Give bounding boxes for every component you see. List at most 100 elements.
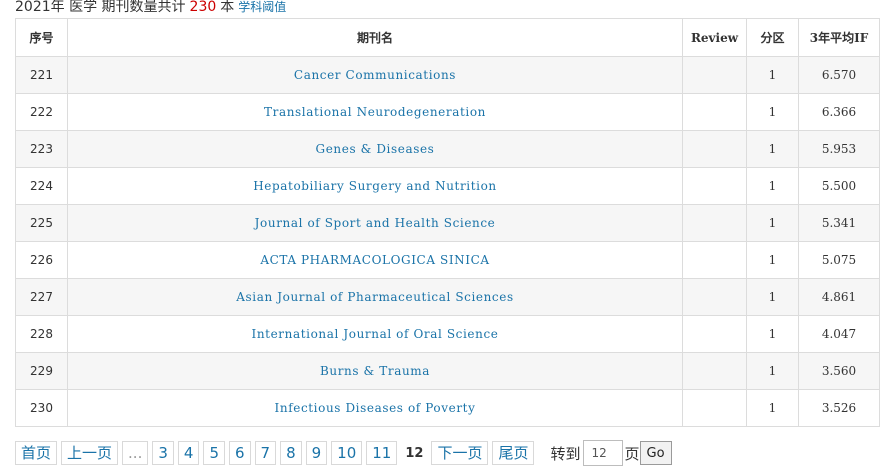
page-link-11[interactable]: 11 — [366, 441, 398, 465]
cell-review — [682, 167, 747, 205]
cell-review — [682, 278, 747, 316]
journal-link[interactable]: Translational Neurodegeneration — [264, 105, 486, 119]
journal-count: 230 — [189, 0, 217, 15]
first-page-link[interactable]: 首页 — [15, 441, 58, 465]
journal-link[interactable]: ACTA PHARMACOLOGICA SINICA — [260, 253, 489, 267]
subject-threshold-link[interactable]: 学科阈值 — [238, 0, 286, 14]
table-row: 225 Journal of Sport and Health Science … — [15, 204, 880, 242]
cell-zone: 1 — [746, 56, 799, 94]
cell-journal-name: Hepatobiliary Surgery and Nutrition — [67, 167, 683, 205]
cell-zone: 1 — [746, 204, 799, 242]
cell-seq: 230 — [15, 389, 68, 427]
journal-link[interactable]: International Journal of Oral Science — [252, 327, 499, 341]
goto-page-input[interactable] — [582, 440, 623, 466]
cell-zone: 1 — [746, 130, 799, 168]
page-unit-label: 页 — [624, 444, 640, 463]
cell-journal-name: Genes & Diseases — [67, 130, 683, 168]
goto-label: 转到 — [550, 444, 581, 463]
cell-journal-name: Asian Journal of Pharmaceutical Sciences — [67, 278, 683, 316]
cell-zone: 1 — [746, 389, 799, 427]
cell-review — [682, 241, 747, 279]
cell-avg-if: 3.526 — [798, 389, 880, 427]
page-link-3[interactable]: 3 — [152, 441, 174, 465]
cell-journal-name: Infectious Diseases of Poverty — [67, 389, 683, 427]
cell-avg-if: 5.953 — [798, 130, 880, 168]
cell-journal-name: Cancer Communications — [67, 56, 683, 94]
cell-journal-name: International Journal of Oral Science — [67, 315, 683, 353]
go-button[interactable]: Go — [639, 441, 672, 465]
table-row: 223 Genes & Diseases 1 5.953 — [15, 130, 880, 168]
cell-review — [682, 56, 747, 94]
cell-zone: 1 — [746, 315, 799, 353]
cell-seq: 227 — [15, 278, 68, 316]
cell-avg-if: 4.047 — [798, 315, 880, 353]
page-ellipsis[interactable]: ... — [122, 441, 149, 465]
page-header: 2021年 医学 期刊数量共计 230 本学科阈值 — [15, 0, 286, 17]
page-link-4[interactable]: 4 — [177, 441, 200, 465]
cell-avg-if: 5.500 — [798, 167, 880, 205]
last-page-link[interactable]: 尾页 — [492, 441, 535, 465]
column-header-avg-if: 3年平均IF — [798, 18, 880, 57]
cell-zone: 1 — [746, 241, 799, 279]
cell-avg-if: 6.366 — [798, 93, 880, 131]
cell-zone: 1 — [746, 352, 799, 390]
table-row: 224 Hepatobiliary Surgery and Nutrition … — [15, 167, 880, 205]
cell-journal-name: Journal of Sport and Health Science — [67, 204, 683, 242]
page-link-10[interactable]: 10 — [331, 441, 363, 465]
cell-seq: 222 — [15, 93, 68, 131]
journal-table: 序号 期刊名 Review 分区 3年平均IF 221 Cancer Commu… — [15, 18, 880, 427]
cell-avg-if: 5.341 — [798, 204, 880, 242]
cell-review — [682, 315, 747, 353]
cell-avg-if: 5.075 — [798, 241, 880, 279]
cell-zone: 1 — [746, 167, 799, 205]
column-header-journal-name: 期刊名 — [67, 18, 683, 57]
column-header-seq: 序号 — [15, 18, 68, 57]
journal-link[interactable]: Hepatobiliary Surgery and Nutrition — [253, 179, 497, 193]
cell-seq: 228 — [15, 315, 68, 353]
table-row: 230 Infectious Diseases of Poverty 1 3.5… — [15, 389, 880, 427]
page-link-6[interactable]: 6 — [228, 441, 251, 465]
table-row: 228 International Journal of Oral Scienc… — [15, 315, 880, 353]
cell-review — [682, 352, 747, 390]
journal-link[interactable]: Journal of Sport and Health Science — [255, 216, 496, 230]
cell-seq: 223 — [15, 130, 68, 168]
journal-link[interactable]: Genes & Diseases — [316, 142, 435, 156]
cell-seq: 224 — [15, 167, 68, 205]
pagination: 首页 上一页 ... 3 4 5 6 7 8 9 10 11 12 下一页 尾页… — [15, 438, 672, 468]
cell-review — [682, 93, 747, 131]
table-header-row: 序号 期刊名 Review 分区 3年平均IF — [15, 18, 880, 57]
cell-review — [682, 130, 747, 168]
current-page: 12 — [405, 445, 424, 461]
table-row: 226 ACTA PHARMACOLOGICA SINICA 1 5.075 — [15, 241, 880, 279]
journal-link[interactable]: Burns & Trauma — [320, 364, 430, 378]
cell-review — [682, 204, 747, 242]
table-row: 229 Burns & Trauma 1 3.560 — [15, 352, 880, 390]
column-header-zone: 分区 — [746, 18, 799, 57]
page-link-5[interactable]: 5 — [203, 441, 225, 465]
table-row: 227 Asian Journal of Pharmaceutical Scie… — [15, 278, 880, 316]
cell-journal-name: Translational Neurodegeneration — [67, 93, 683, 131]
prev-page-link[interactable]: 上一页 — [61, 441, 119, 465]
count-unit: 本 — [220, 0, 235, 15]
journal-link[interactable]: Infectious Diseases of Poverty — [275, 401, 476, 415]
cell-zone: 1 — [746, 278, 799, 316]
page-link-7[interactable]: 7 — [254, 441, 277, 465]
header-summary: 2021年 医学 期刊数量共计 — [15, 0, 186, 15]
page-link-9[interactable]: 9 — [305, 441, 328, 465]
journal-link[interactable]: Cancer Communications — [294, 68, 456, 82]
page-link-8[interactable]: 8 — [280, 441, 302, 465]
cell-avg-if: 3.560 — [798, 352, 880, 390]
table-row: 222 Translational Neurodegeneration 1 6.… — [15, 93, 880, 131]
column-header-review: Review — [682, 18, 747, 57]
table-row: 221 Cancer Communications 1 6.570 — [15, 56, 880, 94]
cell-seq: 229 — [15, 352, 68, 390]
cell-journal-name: ACTA PHARMACOLOGICA SINICA — [67, 241, 683, 279]
journal-link[interactable]: Asian Journal of Pharmaceutical Sciences — [236, 290, 513, 304]
cell-journal-name: Burns & Trauma — [67, 352, 683, 390]
cell-seq: 226 — [15, 241, 68, 279]
cell-review — [682, 389, 747, 427]
cell-zone: 1 — [746, 93, 799, 131]
next-page-link[interactable]: 下一页 — [431, 441, 489, 465]
cell-seq: 225 — [15, 204, 68, 242]
cell-avg-if: 6.570 — [798, 56, 880, 94]
